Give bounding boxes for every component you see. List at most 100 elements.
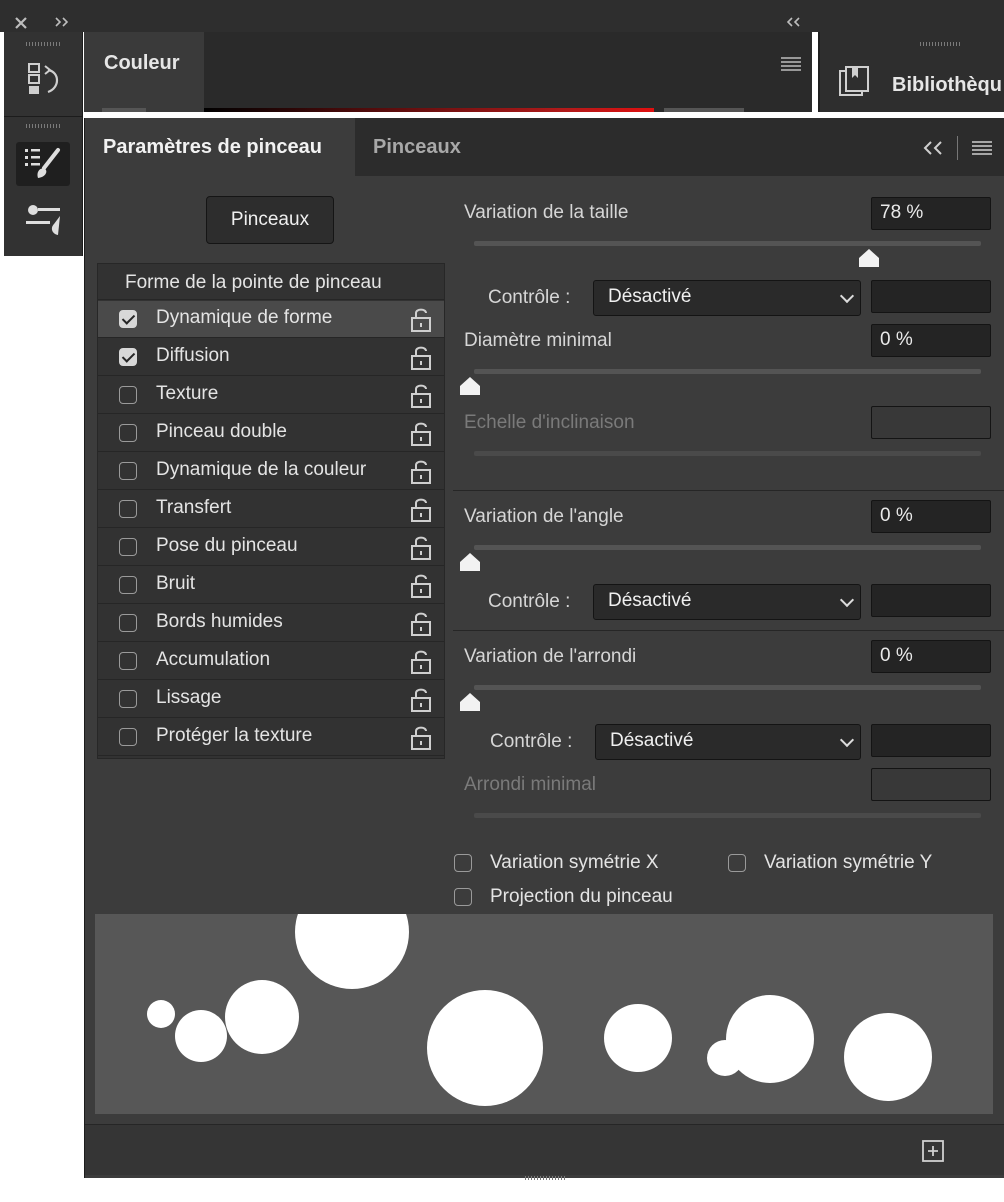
min-diameter-slider-thumb[interactable] [459, 376, 481, 396]
brush-options-list: Forme de la pointe de pinceau Dynamique … [97, 263, 445, 759]
roundness-jitter-slider-thumb[interactable] [459, 692, 481, 712]
size-control-select[interactable]: Désactivé [593, 280, 861, 316]
brush-option-checkbox[interactable] [119, 386, 137, 404]
unlock-icon[interactable] [410, 535, 432, 561]
unlock-icon[interactable] [410, 687, 432, 713]
chevron-down-icon [839, 592, 855, 608]
library-icon[interactable] [838, 66, 872, 98]
flip-x-label[interactable]: Variation symétrie X [490, 852, 659, 874]
brush-option-checkbox[interactable] [119, 728, 137, 746]
close-x-icon[interactable] [14, 16, 30, 32]
unlock-icon[interactable] [410, 649, 432, 675]
min-roundness-field[interactable] [871, 768, 991, 801]
brush-option-row[interactable]: Protéger la texture [98, 719, 444, 756]
angle-control-select[interactable]: Désactivé [593, 584, 861, 620]
brush-projection-checkbox[interactable] [454, 888, 472, 906]
brush-option-checkbox[interactable] [119, 462, 137, 480]
tilt-scale-slider[interactable] [474, 451, 981, 456]
unlock-icon[interactable] [410, 611, 432, 637]
angle-control-label: Contrôle : [488, 591, 571, 612]
brush-option-row[interactable]: Dynamique de la couleur [98, 453, 444, 490]
size-jitter-field[interactable]: 78 % [871, 197, 991, 230]
tab-brush-settings[interactable]: Paramètres de pinceau [85, 118, 355, 176]
roundness-control-select[interactable]: Désactivé [595, 724, 861, 760]
flip-x-checkbox[interactable] [454, 854, 472, 872]
brush-option-checkbox[interactable] [119, 652, 137, 670]
brush-option-row[interactable]: Texture [98, 377, 444, 414]
unlock-icon[interactable] [410, 307, 432, 333]
size-jitter-slider-thumb[interactable] [858, 248, 880, 268]
brush-option-row[interactable]: Transfert [98, 491, 444, 528]
angle-jitter-field[interactable]: 0 % [871, 500, 991, 533]
brush-option-checkbox[interactable] [119, 690, 137, 708]
brush-settings-button[interactable] [16, 142, 70, 186]
angle-jitter-slider-thumb[interactable] [459, 552, 481, 572]
chevron-down-icon [839, 732, 855, 748]
brush-option-label: Accumulation [156, 649, 271, 670]
flip-y-label[interactable]: Variation symétrie Y [764, 852, 932, 874]
history-icon[interactable] [26, 62, 62, 98]
size-control-label: Contrôle : [488, 287, 571, 308]
brush-option-checkbox[interactable] [119, 614, 137, 632]
brush-stroke-preview [95, 914, 993, 1114]
brush-option-row[interactable]: Lissage [98, 681, 444, 718]
brush-option-label: Diffusion [156, 345, 230, 366]
unlock-icon[interactable] [410, 497, 432, 523]
flip-y-checkbox[interactable] [728, 854, 746, 872]
unlock-icon[interactable] [410, 345, 432, 371]
panel-grip[interactable] [525, 1176, 565, 1180]
angle-control-field[interactable] [871, 584, 991, 617]
double-chevron-right-icon[interactable] [54, 16, 72, 30]
roundness-jitter-field[interactable]: 0 % [871, 640, 991, 673]
size-control-field[interactable] [871, 280, 991, 313]
roundness-jitter-slider[interactable] [474, 685, 981, 690]
panel-grip[interactable] [26, 124, 60, 128]
brush-option-label: Texture [156, 383, 219, 404]
brush-option-row[interactable]: Diffusion [98, 339, 444, 376]
panel-grip[interactable] [920, 42, 960, 46]
brush-option-label: Pinceau double [156, 421, 287, 442]
tilt-scale-field[interactable] [871, 406, 991, 439]
brush-option-checkbox[interactable] [119, 500, 137, 518]
size-jitter-slider[interactable] [474, 241, 981, 246]
color-slider[interactable] [204, 108, 654, 112]
brush-option-label: Bords humides [156, 611, 283, 632]
tab-couleur[interactable]: Couleur [84, 32, 204, 112]
brush-option-row[interactable]: Pose du pinceau [98, 529, 444, 566]
menu-icon[interactable] [971, 140, 993, 156]
brush-option-label: Transfert [156, 497, 232, 518]
brush-option-row[interactable]: Accumulation [98, 643, 444, 680]
brush-option-row[interactable]: Dynamique de forme [98, 301, 444, 338]
unlock-icon[interactable] [410, 383, 432, 409]
unlock-icon[interactable] [410, 573, 432, 599]
min-diameter-slider[interactable] [474, 369, 981, 374]
brush-tip-shape-header[interactable]: Forme de la pointe de pinceau [98, 264, 444, 300]
panel-footer [85, 1124, 1004, 1175]
add-square-icon[interactable] [921, 1139, 945, 1163]
brush-option-checkbox[interactable] [119, 576, 137, 594]
menu-icon[interactable] [780, 56, 802, 72]
unlock-icon[interactable] [410, 459, 432, 485]
angle-jitter-slider[interactable] [474, 545, 981, 550]
brush-option-row[interactable]: Pinceau double [98, 415, 444, 452]
brush-option-checkbox[interactable] [119, 538, 137, 556]
min-roundness-slider[interactable] [474, 813, 981, 818]
brush-option-checkbox[interactable] [119, 310, 137, 328]
unlock-icon[interactable] [410, 421, 432, 447]
panel-grip[interactable] [26, 42, 60, 46]
brush-projection-label[interactable]: Projection du pinceau [490, 886, 673, 908]
brush-presets-icon[interactable] [24, 202, 64, 238]
brush-option-row[interactable]: Bords humides [98, 605, 444, 642]
brush-option-checkbox[interactable] [119, 348, 137, 366]
double-chevron-left-icon[interactable] [786, 16, 804, 30]
min-diameter-field[interactable]: 0 % [871, 324, 991, 357]
brush-stroke-preview-graphic [147, 914, 932, 1106]
brush-option-row[interactable]: Bruit [98, 567, 444, 604]
brush-option-checkbox[interactable] [119, 424, 137, 442]
library-label[interactable]: Bibliothèqu [892, 74, 1002, 97]
double-chevron-left-icon[interactable] [923, 140, 945, 156]
tab-brushes[interactable]: Pinceaux [373, 136, 461, 159]
roundness-control-field[interactable] [871, 724, 991, 757]
brushes-button[interactable]: Pinceaux [206, 196, 334, 244]
unlock-icon[interactable] [410, 725, 432, 751]
